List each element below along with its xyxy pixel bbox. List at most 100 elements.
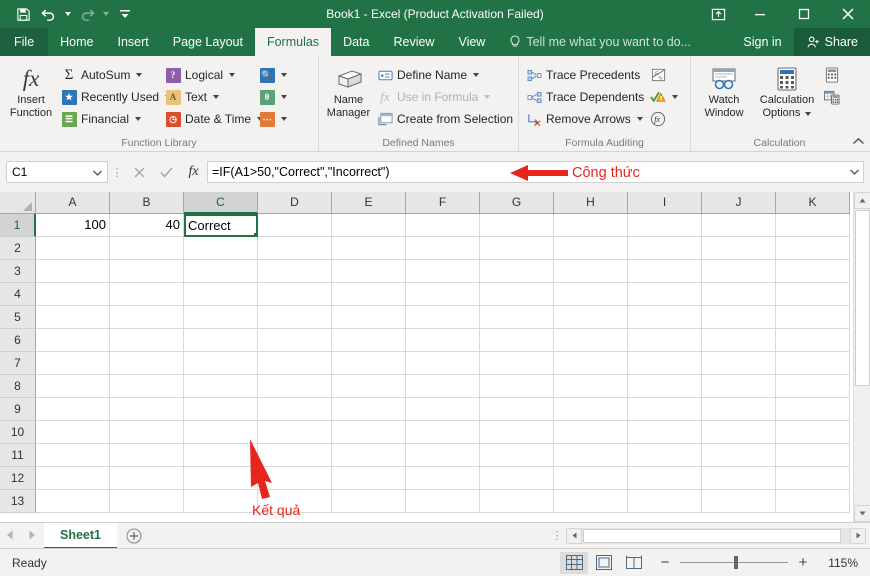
cell-H11[interactable] — [554, 444, 628, 467]
cell-C12[interactable] — [184, 467, 258, 490]
scroll-down-icon[interactable] — [854, 505, 870, 522]
cell-K9[interactable] — [776, 398, 850, 421]
cell-I10[interactable] — [628, 421, 702, 444]
cell-A1[interactable]: 100 — [36, 214, 110, 237]
row-header-1[interactable]: 1 — [0, 214, 36, 237]
row-header-4[interactable]: 4 — [0, 283, 36, 306]
column-header-I[interactable]: I — [628, 192, 702, 214]
cell-E6[interactable] — [332, 329, 406, 352]
cell-A8[interactable] — [36, 375, 110, 398]
cell-G5[interactable] — [480, 306, 554, 329]
page-layout-view-button[interactable] — [590, 552, 618, 574]
scroll-left-icon[interactable] — [566, 527, 582, 544]
cell-A12[interactable] — [36, 467, 110, 490]
calculate-now-button[interactable] — [821, 64, 851, 86]
vertical-scrollbar[interactable] — [853, 192, 870, 522]
cell-C7[interactable] — [184, 352, 258, 375]
cell-A6[interactable] — [36, 329, 110, 352]
trace-dependents-button[interactable]: Trace Dependents — [523, 86, 647, 108]
cell-F11[interactable] — [406, 444, 480, 467]
cell-G12[interactable] — [480, 467, 554, 490]
row-header-5[interactable]: 5 — [0, 306, 36, 329]
cell-D4[interactable] — [258, 283, 332, 306]
fill-handle[interactable] — [254, 233, 256, 235]
row-header-2[interactable]: 2 — [0, 237, 36, 260]
undo-icon[interactable] — [36, 2, 62, 26]
cell-H2[interactable] — [554, 237, 628, 260]
name-box[interactable]: C1 — [6, 161, 108, 183]
cell-G3[interactable] — [480, 260, 554, 283]
cell-J10[interactable] — [702, 421, 776, 444]
cell-G9[interactable] — [480, 398, 554, 421]
cell-A10[interactable] — [36, 421, 110, 444]
cell-K6[interactable] — [776, 329, 850, 352]
row-header-3[interactable]: 3 — [0, 260, 36, 283]
cell-B1[interactable]: 40 — [110, 214, 184, 237]
add-sheet-icon[interactable] — [117, 523, 151, 549]
cell-A2[interactable] — [36, 237, 110, 260]
cell-I5[interactable] — [628, 306, 702, 329]
cell-D13[interactable] — [258, 490, 332, 513]
row-header-8[interactable]: 8 — [0, 375, 36, 398]
cell-E13[interactable] — [332, 490, 406, 513]
normal-view-button[interactable] — [560, 551, 588, 574]
define-name-button[interactable]: Define Name — [374, 64, 514, 86]
cell-J8[interactable] — [702, 375, 776, 398]
cell-K10[interactable] — [776, 421, 850, 444]
tab-data[interactable]: Data — [331, 28, 381, 56]
more-functions-button[interactable]: ⋯ — [256, 108, 296, 130]
cell-E12[interactable] — [332, 467, 406, 490]
tab-home[interactable]: Home — [48, 28, 105, 56]
cell-J4[interactable] — [702, 283, 776, 306]
cell-K2[interactable] — [776, 237, 850, 260]
horizontal-scrollbar[interactable] — [566, 527, 866, 544]
tell-me-search[interactable]: Tell me what you want to do... — [497, 28, 691, 56]
cell-H8[interactable] — [554, 375, 628, 398]
cell-E10[interactable] — [332, 421, 406, 444]
error-checking-caret-icon[interactable] — [672, 95, 679, 99]
remove-arrows-caret-icon[interactable] — [636, 117, 643, 121]
autosum-button[interactable]: Σ AutoSum — [58, 64, 162, 86]
cell-I9[interactable] — [628, 398, 702, 421]
cell-I3[interactable] — [628, 260, 702, 283]
text-caret-icon[interactable] — [213, 95, 220, 99]
cell-F5[interactable] — [406, 306, 480, 329]
cell-C4[interactable] — [184, 283, 258, 306]
zoom-level-label[interactable]: 115% — [818, 556, 858, 570]
cell-D7[interactable] — [258, 352, 332, 375]
cell-J2[interactable] — [702, 237, 776, 260]
cell-F6[interactable] — [406, 329, 480, 352]
cell-C9[interactable] — [184, 398, 258, 421]
cell-A9[interactable] — [36, 398, 110, 421]
define-name-caret-icon[interactable] — [473, 73, 480, 77]
zoom-in-button[interactable]: + — [796, 554, 810, 571]
cell-I13[interactable] — [628, 490, 702, 513]
more-functions-caret-icon[interactable] — [281, 117, 287, 121]
cell-H4[interactable] — [554, 283, 628, 306]
cell-A3[interactable] — [36, 260, 110, 283]
column-header-B[interactable]: B — [110, 192, 184, 214]
cell-G6[interactable] — [480, 329, 554, 352]
cell-I2[interactable] — [628, 237, 702, 260]
cell-K8[interactable] — [776, 375, 850, 398]
cell-B10[interactable] — [110, 421, 184, 444]
cell-J1[interactable] — [702, 214, 776, 237]
cell-G4[interactable] — [480, 283, 554, 306]
cell-H10[interactable] — [554, 421, 628, 444]
cell-E3[interactable] — [332, 260, 406, 283]
tab-review[interactable]: Review — [381, 28, 446, 56]
cell-B6[interactable] — [110, 329, 184, 352]
tab-file[interactable]: File — [0, 28, 49, 56]
cell-E9[interactable] — [332, 398, 406, 421]
cell-D6[interactable] — [258, 329, 332, 352]
customize-qat-icon[interactable] — [112, 2, 138, 26]
column-header-G[interactable]: G — [480, 192, 554, 214]
cell-H5[interactable] — [554, 306, 628, 329]
horizontal-scrollbar-thumb[interactable] — [583, 528, 841, 543]
expand-formula-bar-icon[interactable] — [846, 161, 864, 183]
trace-precedents-button[interactable]: Trace Precedents — [523, 64, 647, 86]
lookup-reference-caret-icon[interactable] — [281, 73, 287, 77]
cell-C3[interactable] — [184, 260, 258, 283]
cell-D10[interactable] — [258, 421, 332, 444]
cell-I1[interactable] — [628, 214, 702, 237]
